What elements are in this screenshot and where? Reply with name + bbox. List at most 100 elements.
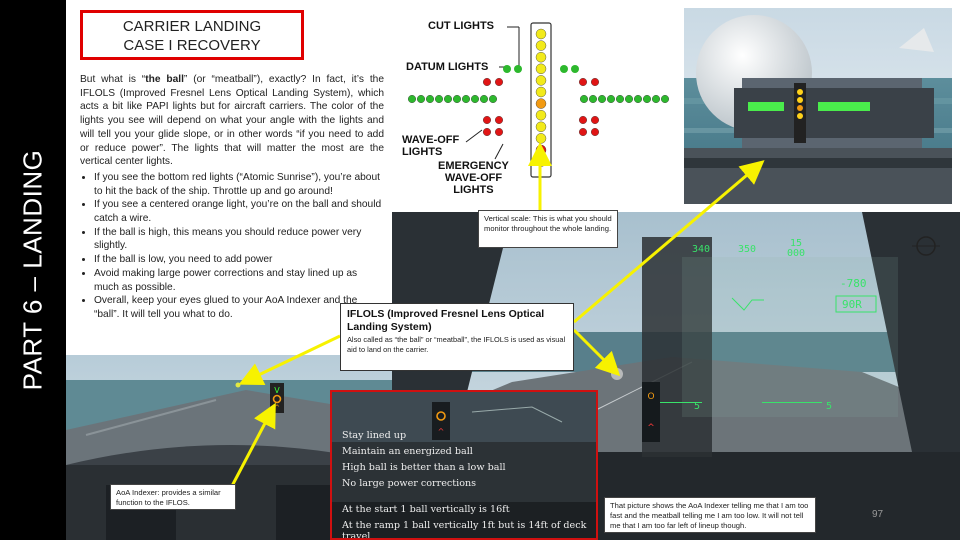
list-item: If you see a centered orange light, you’… <box>94 198 384 225</box>
datum-light <box>488 94 497 103</box>
wave-off-light <box>494 115 503 124</box>
body-text: But what is “the ball” (or “meatball”), … <box>80 73 384 322</box>
page-title-line2: CASE I RECOVERY <box>123 37 261 54</box>
datum-lights-left <box>407 94 497 103</box>
datum-light <box>453 94 462 103</box>
cut-light <box>560 65 568 73</box>
datum-light <box>624 94 633 103</box>
emergency-label-line: EMERGENCY <box>438 160 509 172</box>
datum-light <box>462 94 471 103</box>
wave-off-light <box>590 127 599 136</box>
datum-light <box>435 94 444 103</box>
vertical-light <box>535 63 547 74</box>
wave-off-light <box>482 77 491 86</box>
aoa-indexer-callout: AoA Indexer: provides a similar function… <box>110 484 236 510</box>
wave-off-light <box>494 127 503 136</box>
inset-line: Stay lined up <box>342 430 407 441</box>
vertical-light <box>535 28 547 40</box>
wave-off-light <box>578 77 587 86</box>
page-number: 97 <box>872 509 884 520</box>
vertical-light <box>535 121 547 133</box>
hud-altitude: -780 <box>840 277 867 290</box>
wave-off-light <box>494 77 503 86</box>
cut-light <box>503 65 511 73</box>
vertical-light <box>535 75 547 86</box>
datum-light <box>417 94 426 103</box>
cut-lights-label: CUT LIGHTS <box>428 20 494 32</box>
inset-line: At the ramp 1 ball vertically 1ft but is… <box>342 520 587 540</box>
cut-light <box>571 65 579 73</box>
wave-off-lights-label: WAVE-OFF LIGHTS <box>402 134 459 158</box>
svg-text:V: V <box>274 386 280 395</box>
page-title-line1: CARRIER LANDING <box>122 18 262 35</box>
emergency-wave-off-label: EMERGENCY WAVE-OFF LIGHTS <box>438 160 509 196</box>
cut-light <box>514 65 522 73</box>
intro-post: ” (or “meatball”), exactly? In fact, it’… <box>80 74 384 168</box>
iflols-callout-title: IFLOLS (Improved Fresnel Lens Optical La… <box>347 308 545 333</box>
inset-line: At the start 1 ball vertically is 16ft <box>342 504 510 515</box>
side-bar: PART 6 – LANDING <box>0 0 66 540</box>
wave-off-light <box>590 115 599 124</box>
datum-light <box>615 94 624 103</box>
vertical-light <box>535 98 547 109</box>
wave-off-light <box>578 115 587 124</box>
bullet-list: If you see the bottom red lights (“Atomi… <box>80 171 384 322</box>
emergency-label-line: WAVE-OFF <box>444 172 503 184</box>
tips-inset: ^ Stay lined up Maintain an energized ba… <box>330 390 598 540</box>
vertical-light <box>535 52 547 63</box>
wave-off-light <box>482 127 491 136</box>
picture-callout: That picture shows the AoA Indexer telli… <box>604 497 816 533</box>
hud-heading-350: 350 <box>738 244 756 255</box>
list-item: If the ball is high, this means you shou… <box>94 226 384 253</box>
intro-bold: the ball <box>145 74 184 85</box>
vertical-light <box>535 109 547 121</box>
wave-off-label-line: LIGHTS <box>402 146 443 158</box>
list-item: If you see the bottom red lights (“Atomi… <box>94 171 384 198</box>
svg-text:^: ^ <box>647 423 655 433</box>
vertical-light <box>535 40 547 51</box>
list-item: If the ball is low, you need to add powe… <box>94 253 384 267</box>
wave-off-label-line: WAVE-OFF <box>402 134 460 146</box>
datum-light <box>633 94 642 103</box>
iflols-diagram: CUT LIGHTS DATUM LIGHTS WAVE-OFF LIGHTS … <box>400 14 670 214</box>
datum-light <box>407 94 416 103</box>
datum-light <box>642 94 651 103</box>
svg-text:^: ^ <box>274 404 280 412</box>
vertical-scale-callout: Vertical scale: This is what you should … <box>478 210 618 248</box>
datum-light <box>579 94 588 103</box>
iflols-callout-desc: Also called as “the ball” or “meatball”,… <box>347 335 566 354</box>
datum-light <box>426 94 435 103</box>
section-title: PART 6 – LANDING <box>17 149 48 391</box>
vertical-light <box>535 86 547 98</box>
inset-line: High ball is better than a low ball <box>342 462 506 473</box>
svg-text:O: O <box>647 392 654 402</box>
datum-light <box>470 94 479 103</box>
datum-lights-label: DATUM LIGHTS <box>406 61 489 73</box>
list-item: Avoid making large power corrections and… <box>94 267 384 294</box>
wave-off-light <box>590 77 599 86</box>
wave-off-light <box>482 115 491 124</box>
datum-light <box>606 94 615 103</box>
datum-light <box>661 94 670 103</box>
vertical-light <box>535 133 547 144</box>
emergency-label-line: LIGHTS <box>453 184 494 196</box>
vertical-light <box>535 156 547 167</box>
datum-light <box>597 94 606 103</box>
iflols-photo <box>684 8 952 204</box>
intro-pre: But what is “ <box>80 74 146 85</box>
wave-off-light <box>578 127 587 136</box>
vertical-light <box>535 144 547 156</box>
datum-lights-right <box>579 94 670 103</box>
page-title-box: CARRIER LANDING CASE I RECOVERY <box>80 10 304 60</box>
hud-heading-000: 000 <box>787 248 805 259</box>
inset-line: No large power corrections <box>342 478 477 489</box>
hud-heading-340: 340 <box>692 244 710 255</box>
datum-light <box>588 94 597 103</box>
datum-light <box>444 94 453 103</box>
hud-speed: 90R <box>842 298 862 311</box>
datum-light <box>479 94 488 103</box>
hud-pitch-right: 5 <box>826 401 832 412</box>
inset-line: Maintain an energized ball <box>342 446 473 457</box>
datum-light <box>651 94 660 103</box>
svg-text:^: ^ <box>438 427 445 436</box>
